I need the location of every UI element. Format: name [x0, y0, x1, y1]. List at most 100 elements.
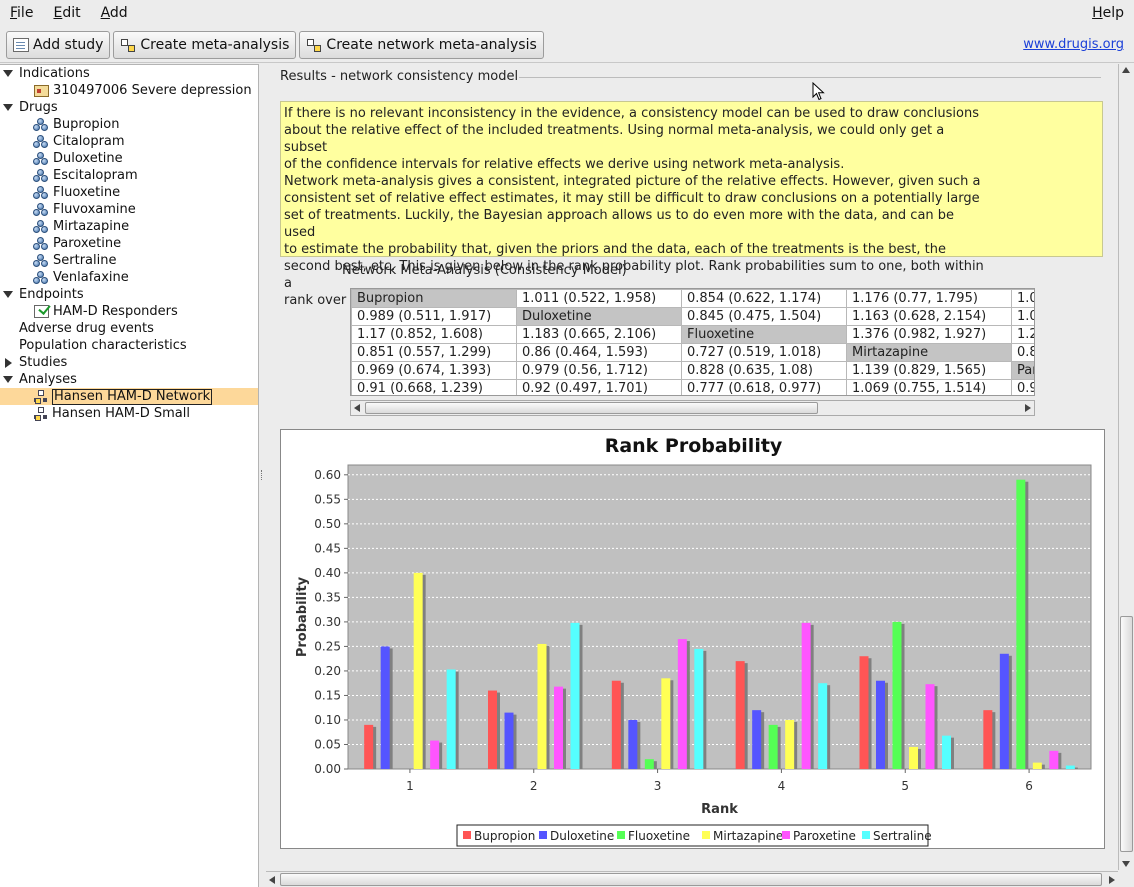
table-cell[interactable]: 1.2 — [1011, 325, 1034, 344]
table-cell[interactable]: 0.92 (0.497, 1.701) — [516, 379, 682, 395]
table-row: Bupropion 1.011 (0.522, 1.958) 0.854 (0.62… — [351, 289, 1034, 308]
bar-fluoxetine — [1016, 479, 1026, 769]
tree-node-studies[interactable]: Studies — [0, 354, 67, 371]
menu-help[interactable]: Help — [1082, 1, 1134, 25]
table-cell[interactable]: 0.989 (0.511, 1.917) — [351, 307, 517, 326]
tree-item-drug[interactable]: Fluvoxamine — [33, 201, 136, 218]
bar-paroxetine — [430, 740, 440, 769]
x-axis-label: Rank — [701, 802, 738, 817]
tree-node-drugs[interactable]: Drugs — [0, 99, 58, 116]
table-cell[interactable]: 1.0 — [1011, 307, 1034, 326]
tree-item-hansen-network-selected[interactable]: Hansen HAM-D Network — [0, 388, 258, 405]
tree-label: Hansen HAM-D Small — [52, 406, 190, 421]
table-cell[interactable]: 0.9 — [1011, 379, 1034, 395]
table-cell[interactable]: 1.183 (0.665, 2.106) — [516, 325, 682, 344]
drug-icon — [33, 253, 49, 268]
tree-item-drug[interactable]: Bupropion — [33, 116, 119, 133]
table-cell[interactable]: 0.979 (0.56, 1.712) — [516, 361, 682, 380]
table-cell[interactable]: 1.176 (0.77, 1.795) — [846, 289, 1012, 308]
tree-label: Bupropion — [53, 117, 120, 132]
table-cell[interactable]: 0.8 — [1011, 343, 1034, 362]
tree-label: Sertraline — [53, 253, 117, 268]
expand-toggle-icon[interactable] — [3, 104, 13, 111]
x-tick-label: 6 — [1025, 779, 1033, 793]
create-meta-analysis-button[interactable]: Create meta-analysis — [113, 30, 297, 59]
tree-item-drug[interactable]: Mirtazapine — [33, 218, 129, 235]
y-axis-label: Probability — [295, 576, 310, 657]
add-study-button[interactable]: Add study — [6, 30, 111, 59]
bar-sertraline — [1065, 765, 1075, 769]
table-cell[interactable]: 0.851 (0.557, 1.299) — [351, 343, 517, 362]
tree-item-severe-depression[interactable]: 310497006 Severe depression — [34, 82, 252, 99]
tree-item-drug[interactable]: Fluoxetine — [33, 184, 120, 201]
scroll-left-icon[interactable] — [269, 876, 275, 884]
tree-item-drug[interactable]: Paroxetine — [33, 235, 121, 252]
tree-item-drug[interactable]: Duloxetine — [33, 150, 123, 167]
scroll-right-icon[interactable] — [1025, 404, 1031, 412]
table-cell[interactable]: Bupropion — [351, 289, 517, 308]
tree-node-analyses[interactable]: Analyses — [0, 371, 77, 388]
tree-item-ham-d-responders[interactable]: HAM-D Responders — [34, 303, 178, 320]
expand-toggle-icon[interactable] — [3, 376, 13, 383]
horizontal-scrollbar[interactable] — [266, 871, 1118, 887]
table-cell[interactable]: 0.969 (0.674, 1.393) — [351, 361, 517, 380]
scrollbar-thumb[interactable] — [1120, 616, 1133, 852]
table-cell[interactable]: 1.139 (0.829, 1.565) — [846, 361, 1012, 380]
drug-icon — [33, 134, 49, 149]
legend-swatch-duloxetine — [539, 831, 547, 839]
table-cell[interactable]: 1.0 — [1011, 289, 1034, 308]
table-cell[interactable]: Fluoxetine — [681, 325, 847, 344]
table-cell[interactable]: 0.828 (0.635, 1.08) — [681, 361, 847, 380]
table-cell[interactable]: 1.376 (0.982, 1.927) — [846, 325, 1012, 344]
collapse-toggle-icon[interactable] — [5, 358, 12, 368]
table-cell[interactable]: 0.777 (0.618, 0.977) — [681, 379, 847, 395]
table-cell[interactable]: Mirtazapine — [846, 343, 1012, 362]
tree-item-drug[interactable]: Sertraline — [33, 252, 116, 269]
scrollbar-thumb[interactable] — [365, 402, 818, 414]
tree-item-drug[interactable]: Venlafaxine — [33, 269, 129, 286]
table-cell[interactable]: 1.163 (0.628, 2.154) — [846, 307, 1012, 326]
table-cell[interactable]: 0.727 (0.519, 1.018) — [681, 343, 847, 362]
menu-add[interactable]: Add — [91, 1, 138, 25]
table-cell[interactable]: 0.91 (0.668, 1.239) — [351, 379, 517, 395]
table-cell[interactable]: 0.86 (0.464, 1.593) — [516, 343, 682, 362]
expand-toggle-icon[interactable] — [3, 70, 13, 77]
scrollbar-thumb[interactable] — [280, 873, 1102, 886]
expand-toggle-icon[interactable] — [3, 291, 13, 298]
menu-edit[interactable]: Edit — [43, 1, 90, 25]
vertical-scrollbar[interactable] — [1118, 64, 1134, 870]
drug-icon — [33, 236, 49, 251]
table-cell[interactable]: Duloxetine — [516, 307, 682, 326]
table-cell[interactable]: 1.069 (0.755, 1.514) — [846, 379, 1012, 395]
bar-mirtazapine — [785, 719, 795, 769]
table-cell[interactable]: 1.17 (0.852, 1.608) — [351, 325, 517, 344]
drugis-link[interactable]: www.drugis.org — [1023, 37, 1124, 52]
bar-duloxetine — [380, 646, 390, 769]
bar-sertraline — [818, 683, 828, 769]
scroll-down-icon[interactable] — [1122, 861, 1130, 867]
tree-node-endpoints[interactable]: Endpoints — [0, 286, 84, 303]
table-cell[interactable]: 1.011 (0.522, 1.958) — [516, 289, 682, 308]
x-tick-label: 5 — [901, 779, 909, 793]
table-cell[interactable]: 0.854 (0.622, 1.174) — [681, 289, 847, 308]
tree-node-indications[interactable]: Indications — [0, 65, 90, 82]
menu-file[interactable]: File — [0, 1, 43, 25]
y-tick-label: 0.30 — [314, 615, 341, 629]
bar-sertraline — [446, 669, 456, 769]
drug-icon — [33, 185, 49, 200]
tree-node-adverse-drug-events[interactable]: Adverse drug events — [19, 320, 154, 337]
scroll-right-icon[interactable] — [1109, 876, 1115, 884]
scroll-left-icon[interactable] — [354, 404, 360, 412]
tree-label: Analyses — [19, 372, 77, 387]
tree-item-drug[interactable]: Escitalopram — [33, 167, 138, 184]
tree-item-drug[interactable]: Citalopram — [33, 133, 125, 150]
tree-item-hansen-small[interactable]: Hansen HAM-D Small — [34, 405, 190, 422]
table-horizontal-scrollbar[interactable] — [350, 400, 1035, 416]
scroll-up-icon[interactable] — [1122, 67, 1130, 73]
y-tick-label: 0.50 — [314, 517, 341, 531]
create-network-meta-analysis-button[interactable]: Create network meta-analysis — [299, 30, 544, 59]
table-cell[interactable]: 0.845 (0.475, 1.504) — [681, 307, 847, 326]
tree-label: 310497006 Severe depression — [53, 83, 252, 98]
table-cell[interactable]: Par — [1011, 361, 1034, 380]
tree-node-population-characteristics[interactable]: Population characteristics — [19, 337, 187, 354]
